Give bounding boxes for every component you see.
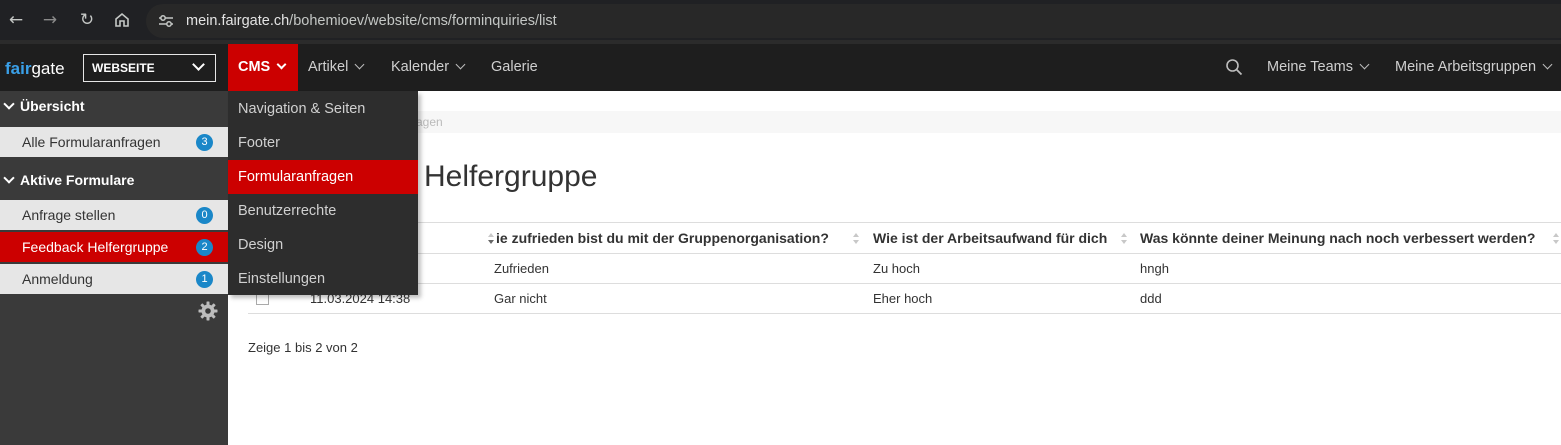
chevron-down-icon: [354, 59, 365, 70]
nav-meine-teams[interactable]: Meine Teams: [1267, 44, 1370, 91]
search-icon[interactable]: [1225, 58, 1243, 76]
chevron-down-icon: [1359, 59, 1370, 70]
sort-icon[interactable]: [488, 233, 495, 245]
forward-icon[interactable]: →: [40, 10, 60, 30]
nav-kalender[interactable]: Kalender: [391, 44, 466, 91]
table-row[interactable]: Zufrieden Zu hoch hngh: [248, 254, 1561, 284]
cell-q2: Eher hoch: [873, 291, 933, 306]
chevron-down-icon: [276, 59, 287, 70]
home-icon[interactable]: [112, 10, 132, 30]
count-badge: 2: [196, 239, 213, 256]
cell-q3: hngh: [1140, 261, 1169, 276]
sidebar-item-anfrage-stellen[interactable]: Anfrage stellen 0: [0, 200, 228, 230]
count-badge: 0: [196, 207, 213, 224]
table-header: ie zufrieden bist du mit der Gruppenorga…: [248, 222, 1561, 254]
cell-q3: ddd: [1140, 291, 1162, 306]
address-bar[interactable]: mein.fairgate.ch/bohemioev/website/cms/f…: [146, 4, 1561, 38]
table-row[interactable]: 11.03.2024 14:38 Gar nicht Eher hoch ddd: [248, 284, 1561, 314]
cell-q1: Gar nicht: [494, 291, 547, 306]
cell-q2: Zu hoch: [873, 261, 920, 276]
url-text: mein.fairgate.ch/bohemioev/website/cms/f…: [186, 13, 557, 29]
menu-item-design[interactable]: Design: [228, 228, 418, 262]
menu-item-footer[interactable]: Footer: [228, 126, 418, 160]
sidebar-item-feedback-helfergruppe[interactable]: Feedback Helfergruppe 2: [0, 232, 228, 262]
cell-q1: Zufrieden: [494, 261, 549, 276]
column-header-q3[interactable]: Was könnte deiner Meinung nach noch verb…: [1140, 223, 1550, 254]
chevron-down-icon: [3, 172, 15, 184]
cms-dropdown-menu: Navigation & Seiten Footer Formularanfra…: [228, 91, 418, 295]
column-header-q2[interactable]: Wie ist der Arbeitsaufwand für dich: [873, 223, 1113, 254]
sidebar-item-anmeldung[interactable]: Anmeldung 1: [0, 264, 228, 294]
menu-item-formularanfragen[interactable]: Formularanfragen: [228, 160, 418, 194]
chevron-down-icon: [1542, 59, 1553, 70]
menu-item-navigation-seiten[interactable]: Navigation & Seiten: [228, 92, 418, 126]
chevron-down-icon: [455, 59, 466, 70]
chevron-down-icon: [3, 98, 15, 110]
nav-meine-arbeitsgruppen[interactable]: Meine Arbeitsgruppen: [1395, 44, 1553, 91]
column-header-q1[interactable]: ie zufrieden bist du mit der Gruppenorga…: [496, 223, 852, 254]
sort-icon[interactable]: [1553, 233, 1560, 245]
pagination-info: Zeige 1 bis 2 von 2: [248, 340, 358, 355]
menu-item-benutzerrechte[interactable]: Benutzerrechte: [228, 194, 418, 228]
app-navbar: fairgate WEBSEITE CMS Artikel Kalender G…: [0, 44, 1561, 91]
sort-icon[interactable]: [1121, 233, 1128, 245]
sidebar-section-aktive-formulare[interactable]: Aktive Formulare: [0, 165, 228, 195]
count-badge: 3: [196, 134, 213, 151]
breadcrumb[interactable]: agen: [240, 111, 1561, 133]
menu-item-einstellungen[interactable]: Einstellungen: [228, 262, 418, 296]
sort-icon[interactable]: [853, 233, 860, 245]
nav-galerie[interactable]: Galerie: [491, 44, 538, 91]
count-badge: 1: [196, 271, 213, 288]
fairgate-logo[interactable]: fairgate: [5, 59, 65, 79]
site-info-icon[interactable]: [158, 13, 174, 29]
nav-artikel[interactable]: Artikel: [308, 44, 365, 91]
gear-icon[interactable]: [198, 301, 218, 321]
reload-icon[interactable]: ↻: [77, 10, 97, 30]
back-icon[interactable]: ←: [6, 10, 26, 30]
chevron-down-icon: [192, 58, 205, 71]
sidebar: Übersicht Alle Formularanfragen 3 Aktive…: [0, 91, 228, 445]
sidebar-item-alle-formularanfragen[interactable]: Alle Formularanfragen 3: [0, 127, 228, 157]
browser-toolbar: ← → ↻ mein.fairgate.ch/bohemioev/website…: [0, 0, 1561, 40]
site-selector[interactable]: WEBSEITE: [83, 54, 216, 82]
nav-cms[interactable]: CMS: [228, 44, 298, 91]
sidebar-section-uebersicht[interactable]: Übersicht: [0, 91, 228, 121]
